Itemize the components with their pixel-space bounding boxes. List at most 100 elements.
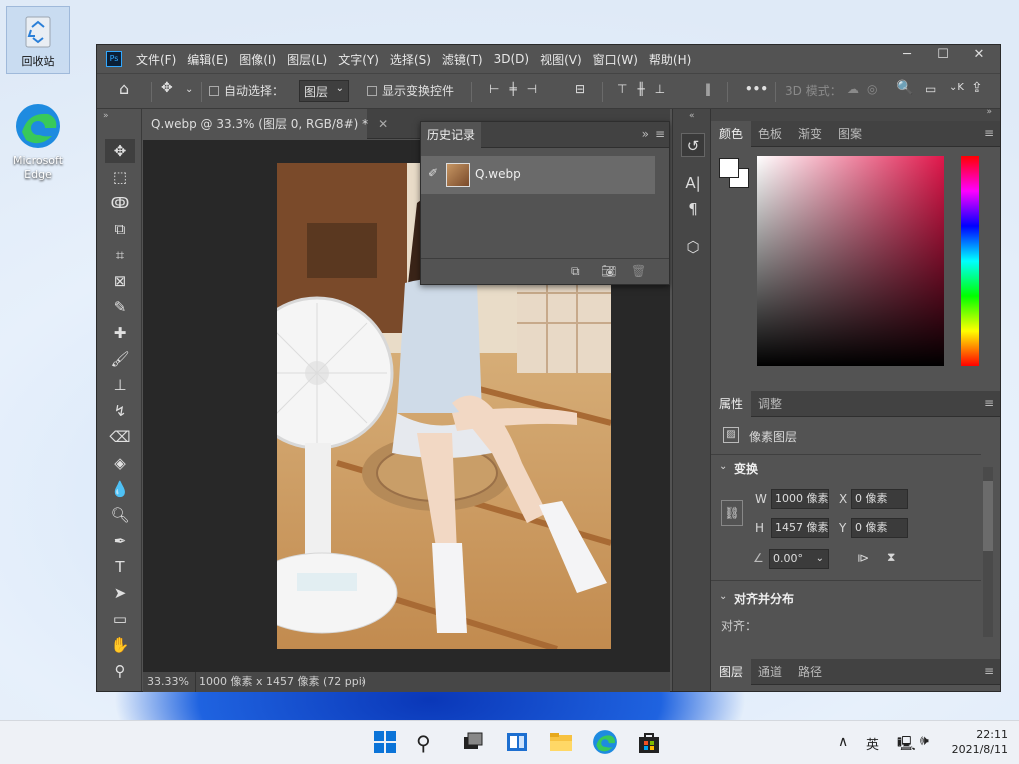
marquee-tool-icon[interactable]: ⬚ [105,165,135,189]
task-view-icon[interactable] [460,729,488,757]
search-icon[interactable]: ⚲ [416,729,444,757]
eyedropper-tool-icon[interactable]: ✎ [105,295,135,319]
paragraph-panel-icon[interactable]: ¶ [681,197,705,221]
blur-tool-icon[interactable]: 💧 [105,477,135,501]
angle-field[interactable]: 0.00° ⌄ [769,549,829,569]
volume-icon[interactable]: 🕪 [920,733,929,749]
edge-shortcut[interactable]: Microsoft Edge [6,102,70,192]
recycle-bin-shortcut[interactable]: 回收站 [6,6,70,74]
width-field[interactable]: 1000 像素 [771,489,829,509]
menu-file[interactable]: 文件(F) [136,51,176,68]
minimize-button[interactable]: ─ [889,45,925,67]
network-icon[interactable]: 🖳 [897,733,916,757]
collapse-panel-icon[interactable]: » [642,127,649,141]
workspace-icon[interactable]: ▭ [925,82,936,96]
distribute-vertical-icon[interactable]: ‖ [705,82,711,96]
3d-panel-icon[interactable]: ⬡ [681,235,705,259]
foreground-color-swatch[interactable] [719,158,739,178]
zoom-level[interactable]: 33.33% [147,672,195,692]
auto-select-checkbox[interactable]: 自动选择： [209,82,284,99]
clock[interactable]: 22:11 2021/8/11 [946,727,1008,757]
history-snapshot-row[interactable]: ✐ Q.webp [421,156,655,194]
3d-tools-icons[interactable]: ☁◎ [847,82,885,96]
auto-select-dropdown[interactable]: 图层 ⌄ [299,80,349,102]
panel-menu-icon[interactable]: ≡ [984,396,994,410]
character-panel-icon[interactable]: A| [681,171,705,195]
hue-slider[interactable] [961,156,979,366]
menu-edit[interactable]: 编辑(E) [187,51,228,68]
search-icon[interactable]: 🔍 [896,80,913,96]
history-brush-icon[interactable]: ↯ [105,399,135,423]
ime-indicator[interactable]: 英 [866,734,879,753]
menu-view[interactable]: 视图(V) [540,51,582,68]
properties-scrollbar[interactable] [983,467,993,637]
move-tool-icon[interactable]: ✥ [161,80,173,96]
menu-filter[interactable]: 滤镜(T) [442,51,483,68]
file-explorer-icon[interactable] [548,729,576,757]
align-vertical-buttons[interactable]: ⊤╫⊥ [617,82,675,96]
tab-layers[interactable]: 图层 [711,659,751,685]
move-tool-icon[interactable]: ✥ [105,139,135,163]
tab-adjustments[interactable]: 调整 [751,391,789,417]
type-tool-icon[interactable]: T [105,555,135,579]
tab-channels[interactable]: 通道 [751,659,789,685]
menu-help[interactable]: 帮助(H) [649,51,691,68]
expand-icon[interactable]: « [689,111,695,121]
trash-icon[interactable]: 🗑︎ [631,264,646,278]
panel-menu-icon[interactable]: ≡ [984,126,994,140]
menu-type[interactable]: 文字(Y) [338,51,379,68]
menu-window[interactable]: 窗口(W) [593,51,638,68]
hand-tool-icon[interactable]: ✋ [105,633,135,657]
tab-patterns[interactable]: 图案 [831,121,869,147]
edge-taskbar-icon[interactable] [592,729,620,757]
path-select-icon[interactable]: ➤ [105,581,135,605]
chevron-down-icon[interactable]: ⌄ [719,591,727,602]
chevron-down-icon[interactable]: ⌄ [185,84,193,95]
rectangle-tool-icon[interactable]: ▭ [105,607,135,631]
zoom-tool-icon[interactable]: ⚲ [105,659,135,683]
flip-horizontal-icon[interactable]: ⧐ [857,551,869,565]
chevron-down-icon[interactable]: ⌄ [719,461,727,472]
tab-properties[interactable]: 属性 [711,391,751,417]
paint-bucket-icon[interactable]: ◈ [105,451,135,475]
flip-vertical-icon[interactable]: ⧗ [887,550,895,565]
menu-select[interactable]: 选择(S) [390,51,431,68]
history-panel-icon[interactable]: ↺ [681,133,705,157]
distribute-icon[interactable]: ⊟ [575,82,585,96]
document-info[interactable]: 1000 像素 x 1457 像素 (72 ppi) [199,672,366,692]
snapshot-camera-icon[interactable]: 📷︎ [601,264,616,278]
collapse-icon[interactable]: » [986,107,992,117]
widgets-icon[interactable] [504,729,532,757]
tab-color[interactable]: 颜色 [711,121,751,147]
close-button[interactable]: ✕ [961,45,997,67]
stamp-tool-icon[interactable]: ⊥ [105,373,135,397]
chevron-up-icon[interactable]: ∧ [838,734,848,750]
object-select-tool-icon[interactable]: ⧉ [105,217,135,241]
maximize-button[interactable]: ☐ [925,45,961,67]
collapse-icon[interactable]: » [103,111,109,121]
home-icon[interactable]: ⌂ [119,79,129,98]
color-picker-field[interactable] [757,156,944,366]
tab-swatches[interactable]: 色板 [751,121,789,147]
start-button[interactable] [372,729,400,757]
menu-image[interactable]: 图像(I) [239,51,276,68]
pen-tool-icon[interactable]: ✒ [105,529,135,553]
history-brush-source-icon[interactable]: ✐ [428,166,438,180]
menu-3d[interactable]: 3D(D) [494,52,529,66]
share-icon[interactable]: ⇪ [971,80,983,96]
lasso-tool-icon[interactable]: ↂ [105,191,135,215]
eraser-tool-icon[interactable]: ⌫ [105,425,135,449]
panel-menu-icon[interactable]: ≡ [984,664,994,678]
brush-tool-icon[interactable]: 🖌 [105,347,135,371]
store-icon[interactable] [636,729,664,757]
show-transform-checkbox[interactable]: 显示变换控件 [367,82,454,99]
menu-layer[interactable]: 图层(L) [287,51,327,68]
tab-paths[interactable]: 路径 [791,659,829,685]
height-field[interactable]: 1457 像素 [771,518,829,538]
align-buttons[interactable]: ⊢╪⊣ [489,82,547,96]
link-dimensions-icon[interactable]: ⛓ [721,500,743,526]
more-icon[interactable]: ••• [745,82,768,96]
new-document-icon[interactable]: ⧉ [571,264,580,279]
frame-tool-icon[interactable]: ⊠ [105,269,135,293]
chevron-right-icon[interactable]: › [361,672,365,692]
